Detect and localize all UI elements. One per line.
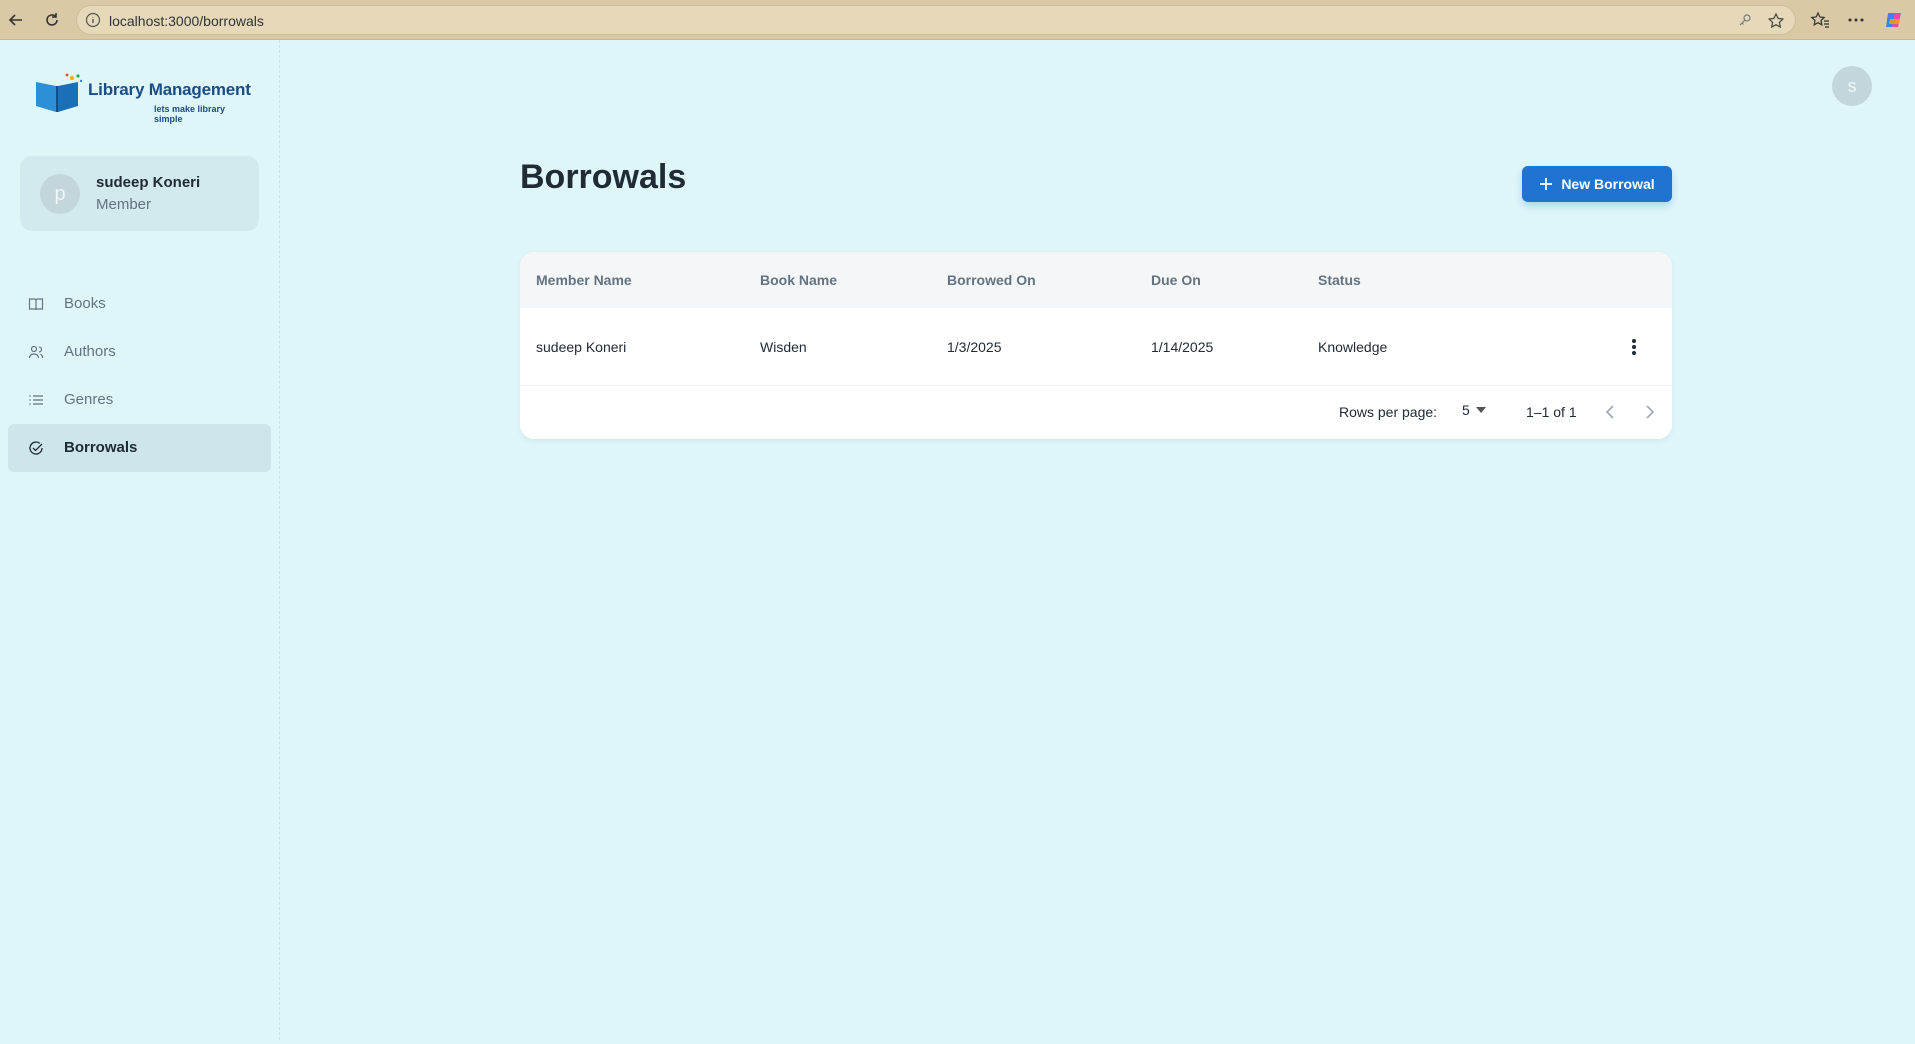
- user-avatar-button[interactable]: s: [1832, 66, 1872, 106]
- column-header-book-name[interactable]: Book Name: [760, 272, 837, 288]
- more-horizontal-icon: [1848, 18, 1864, 22]
- book-logo-icon: [36, 73, 83, 112]
- info-icon: [85, 12, 101, 28]
- sidebar-item-label: Books: [64, 295, 106, 312]
- cell-borrowed-on: 1/3/2025: [947, 339, 1002, 355]
- reload-icon: [46, 13, 58, 26]
- sidebar-item-books[interactable]: Books: [8, 280, 271, 328]
- cell-member-name: sudeep Koneri: [536, 339, 627, 355]
- copilot-icon: [1886, 13, 1901, 27]
- table-row[interactable]: sudeep Koneri Wisden 1/3/2025 1/14/2025 …: [520, 308, 1672, 386]
- list-icon: [29, 395, 43, 405]
- sidebar-item-genres[interactable]: Genres: [8, 376, 271, 424]
- cell-book-name: Wisden: [760, 339, 807, 355]
- sidebar-item-borrowals[interactable]: Borrowals: [8, 424, 271, 472]
- rows-per-page-select[interactable]: 5: [1462, 402, 1486, 418]
- column-header-member-name[interactable]: Member Name: [536, 272, 632, 288]
- check-circle-icon: [29, 441, 43, 455]
- pagination-range: 1–1 of 1: [1526, 404, 1577, 420]
- sidebar-item-authors[interactable]: Authors: [8, 328, 271, 376]
- caret-down-icon: [1475, 407, 1486, 413]
- arrow-left-icon: [8, 14, 22, 26]
- sidebar-item-label: Authors: [64, 343, 116, 360]
- next-page-button[interactable]: [1638, 400, 1662, 424]
- more-menu-button[interactable]: [1842, 6, 1870, 34]
- sidebar: Library Management lets make library sim…: [0, 40, 280, 1040]
- browser-toolbar: localhost:3000/borrowals: [0, 0, 1915, 40]
- borrowals-table: Member Name Book Name Borrowed On Due On…: [520, 252, 1672, 439]
- users-icon: [28, 345, 44, 359]
- copilot-button[interactable]: [1880, 6, 1908, 34]
- more-vertical-icon: [1632, 339, 1636, 355]
- row-actions-button[interactable]: [1620, 333, 1648, 361]
- logo-title: Library Management: [88, 80, 251, 99]
- previous-page-button[interactable]: [1598, 400, 1622, 424]
- address-bar[interactable]: localhost:3000/borrowals: [76, 5, 1796, 35]
- page-title: Borrowals: [520, 158, 687, 196]
- column-header-due-on[interactable]: Due On: [1151, 272, 1201, 288]
- chevron-left-icon: [1605, 405, 1614, 419]
- favorites-button[interactable]: [1806, 6, 1834, 34]
- avatar: p: [40, 174, 80, 214]
- reload-button[interactable]: [38, 6, 66, 34]
- url-text: localhost:3000/borrowals: [109, 13, 264, 29]
- table-header: Member Name Book Name Borrowed On Due On…: [520, 252, 1672, 308]
- favorites-icon: [1810, 11, 1829, 28]
- cell-status: Knowledge: [1318, 339, 1388, 355]
- new-borrowal-button[interactable]: New Borrowal: [1522, 166, 1672, 202]
- back-button[interactable]: [2, 6, 30, 34]
- star-icon: [1767, 12, 1785, 29]
- column-header-status[interactable]: Status: [1318, 272, 1361, 288]
- account-card: p sudeep Koneri Member: [20, 156, 259, 231]
- rows-per-page-value: 5: [1462, 402, 1470, 418]
- sidebar-item-label: Genres: [64, 391, 114, 408]
- account-role: Member: [96, 196, 152, 213]
- account-name: sudeep Koneri: [96, 174, 201, 191]
- cell-due-on: 1/14/2025: [1151, 339, 1214, 355]
- rows-per-page-label: Rows per page:: [1339, 404, 1438, 420]
- book-icon: [28, 298, 44, 311]
- plus-icon: [1540, 178, 1553, 190]
- logo-subtitle: lets make library simple: [154, 104, 226, 124]
- chevron-right-icon: [1646, 405, 1655, 419]
- new-borrowal-label: New Borrowal: [1561, 176, 1655, 192]
- app-logo[interactable]: Library Management lets make library sim…: [34, 72, 254, 124]
- key-icon: [1739, 14, 1751, 26]
- column-header-borrowed-on[interactable]: Borrowed On: [947, 272, 1036, 288]
- sidebar-item-label: Borrowals: [64, 439, 138, 456]
